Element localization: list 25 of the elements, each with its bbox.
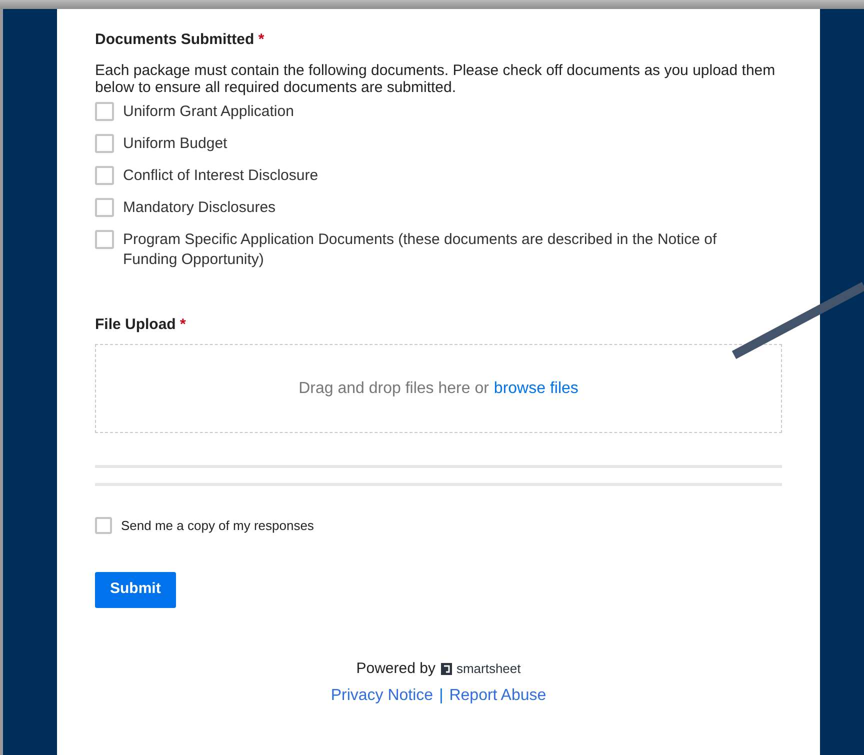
checkbox-label[interactable]: Uniform Grant Application: [123, 102, 743, 122]
file-drop-zone[interactable]: Drag and drop files here or browse files: [95, 344, 782, 433]
separator: |: [439, 686, 444, 706]
checkbox[interactable]: [95, 166, 114, 184]
field-label: File Upload *: [95, 314, 187, 334]
checkbox[interactable]: [95, 102, 114, 120]
powered-by-text: Powered by: [356, 658, 436, 678]
footer-link[interactable]: Report Abuse: [449, 684, 546, 708]
submit-button[interactable]: Submit: [95, 572, 176, 608]
checkbox-label[interactable]: Send me a copy of my responses: [121, 516, 314, 536]
checkbox-label[interactable]: Uniform Budget: [123, 134, 743, 154]
browse-files-link[interactable]: browse files: [494, 376, 578, 400]
checkbox[interactable]: [95, 230, 114, 248]
checkbox-label[interactable]: Conflict of Interest Disclosure: [123, 166, 743, 186]
brand-name: smartsheet: [456, 660, 521, 678]
field-description: Each package must contain the following documents. Please check off documents as you upload them below to ensure all required documents are submitted.: [95, 62, 776, 96]
checkbox[interactable]: [95, 198, 114, 216]
checkbox-label[interactable]: Program Specific Application Documents (these documents are described in the Notice of Funding Opportunity): [123, 230, 743, 270]
checkbox[interactable]: [95, 134, 114, 152]
checkbox-label[interactable]: Mandatory Disclosures: [123, 198, 743, 218]
drop-zone-text: Drag and drop files here or: [298, 378, 489, 398]
logo-icon: [441, 662, 452, 675]
checkbox[interactable]: [95, 517, 112, 534]
footer-link[interactable]: Privacy Notice: [330, 684, 434, 708]
field-label: Documents Submitted *: [95, 30, 266, 50]
